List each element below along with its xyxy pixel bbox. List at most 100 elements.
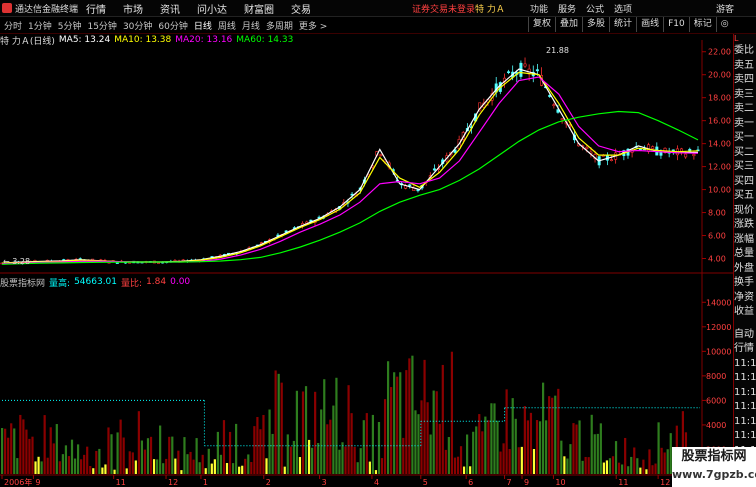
tab-60min[interactable]: 60分钟	[158, 19, 187, 32]
candle-body	[280, 234, 284, 237]
candle-body	[684, 153, 688, 158]
menu-item-wealth[interactable]: 财富圈	[244, 1, 274, 16]
kline-chart[interactable]: 22.0020.0018.0016.0014.0012.0010.008.006…	[0, 0, 733, 487]
volume-bar	[535, 420, 539, 474]
tab-more[interactable]: 更多 >	[299, 19, 327, 32]
candle-body	[568, 124, 572, 126]
volume-bar	[31, 436, 34, 474]
x-axis-label: 5	[423, 478, 428, 487]
volume-bar	[654, 463, 657, 474]
tick-item: 11:1	[734, 357, 756, 369]
ma10-label: MA10: 13.38	[114, 35, 172, 45]
volume-bar	[614, 441, 618, 474]
candle-body	[288, 230, 292, 232]
tool-adjust-button[interactable]: 复权	[528, 17, 555, 32]
tab-1min[interactable]: 1分钟	[28, 19, 52, 32]
volume-bar	[98, 448, 101, 474]
tab-timeshare[interactable]: 分时	[4, 19, 22, 32]
candle-body	[387, 162, 391, 168]
menu-item-quotes[interactable]: 行情	[86, 1, 106, 16]
menu-item-options[interactable]: 选项	[614, 2, 632, 15]
menu-item-ask[interactable]: 问小达	[197, 1, 227, 16]
volume-bar	[25, 429, 28, 474]
volume-bar	[216, 431, 219, 474]
volume-bar	[453, 457, 457, 474]
volume-bar	[183, 437, 186, 474]
menu-item-news[interactable]: 资讯	[160, 1, 180, 16]
tool-draw-button[interactable]: 画线	[636, 17, 663, 32]
volume-bar	[414, 410, 417, 474]
volume-bar	[149, 436, 153, 474]
menu-item-market[interactable]: 市场	[123, 1, 143, 16]
volume-bar	[162, 463, 165, 474]
candle-body	[338, 206, 342, 210]
volume-bar	[152, 459, 156, 474]
tool-overlay-button[interactable]: 叠加	[555, 17, 582, 32]
watermark: 股票指标网 www.7gpzb.com	[672, 447, 756, 487]
tool-multi-stock-button[interactable]: 多股	[582, 17, 609, 32]
candle-body	[210, 256, 214, 258]
tool-stats-button[interactable]: 统计	[609, 17, 636, 32]
volume-bar	[484, 416, 487, 474]
candle-body	[680, 148, 684, 152]
menu-item-trade[interactable]: 交易	[291, 1, 311, 16]
menu-item-function[interactable]: 功能	[530, 2, 548, 15]
quote-item: 卖二	[734, 103, 754, 114]
tool-target-icon[interactable]: ◎	[715, 17, 733, 32]
volume-axis-label: 8000	[706, 372, 726, 381]
tab-monthly[interactable]: 月线	[242, 19, 260, 32]
candle-body	[247, 247, 251, 251]
volume-bar	[43, 415, 46, 474]
lianghe-label: 量高:	[49, 278, 71, 289]
volume-bar	[435, 391, 438, 474]
indicator-name[interactable]: 股票指标网	[0, 276, 45, 289]
volume-bar	[76, 444, 80, 474]
tool-mark-button[interactable]: 标记	[688, 17, 716, 32]
quote-item: 总量	[734, 248, 754, 259]
watermark-url: www.7gpzb.com	[672, 468, 756, 481]
candle-body	[33, 260, 37, 263]
menu-item-formula[interactable]: 公式	[586, 2, 604, 15]
candle-body	[581, 145, 585, 147]
volume-bar	[128, 451, 131, 474]
tool-f10-button[interactable]: F10	[663, 17, 689, 32]
login-notice[interactable]: 证券交易未登录	[412, 2, 475, 15]
candle-body	[128, 262, 132, 264]
candle-body	[202, 258, 206, 261]
candle-body	[342, 202, 346, 205]
volume-bar	[250, 462, 253, 474]
volume-bar	[311, 447, 314, 474]
app-logo-icon	[2, 3, 12, 13]
candle-body	[185, 260, 189, 263]
candle-body	[259, 242, 263, 244]
candle-body	[610, 159, 614, 161]
volume-bar	[186, 454, 189, 474]
tab-multi-period[interactable]: 多周期	[266, 19, 293, 32]
quote-panel: L 委比 卖五 卖四 卖三 卖二 卖一 买一 买二 买三 买四 买五 现价 涨跌 涨幅 总量 外盘 换手 净资 收益…	[733, 34, 756, 485]
candle-body	[540, 75, 544, 86]
tab-weekly[interactable]: 周线	[218, 19, 236, 32]
volume-bar	[642, 459, 645, 474]
price-axis-label: 22.00	[708, 48, 731, 57]
candle-body	[136, 261, 140, 264]
candle-body	[305, 221, 309, 225]
volume-bar	[34, 461, 37, 474]
tab-daily[interactable]: 日线	[194, 19, 212, 32]
candle-body	[408, 184, 412, 187]
tab-15min[interactable]: 15分钟	[87, 19, 116, 32]
quote-item: 买一	[734, 132, 754, 143]
menu-item-service[interactable]: 服务	[558, 2, 576, 15]
volume-axis-label: 14000	[706, 298, 731, 307]
candle-body	[325, 213, 329, 216]
liangbi-value-2: 0.00	[170, 277, 191, 287]
candle-body	[346, 201, 350, 204]
volume-bar	[195, 438, 198, 474]
tab-30min[interactable]: 30分钟	[123, 19, 152, 32]
candle-body	[519, 62, 523, 77]
x-axis-label: 1	[203, 478, 208, 487]
volume-bar	[584, 456, 587, 474]
tab-5min[interactable]: 5分钟	[58, 19, 82, 32]
candle-body	[189, 259, 193, 262]
guest-user[interactable]: 游客	[716, 2, 734, 15]
volume-bar	[40, 461, 43, 474]
